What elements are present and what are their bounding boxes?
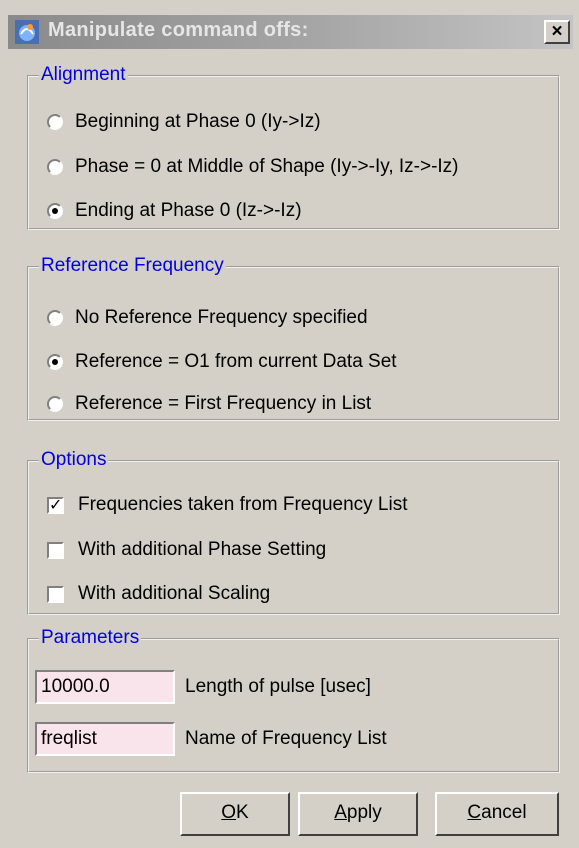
alignment-option-ending[interactable]: Ending at Phase 0 (Iz->-Iz) xyxy=(47,199,302,223)
cancel-button[interactable]: Cancel xyxy=(435,792,559,836)
option-phase-setting[interactable]: With additional Phase Setting xyxy=(47,538,326,562)
radio-button[interactable] xyxy=(47,159,63,175)
alignment-option-label: Ending at Phase 0 (Iz->-Iz) xyxy=(75,200,302,221)
pulse-length-label: Length of pulse [usec] xyxy=(185,676,371,697)
alignment-legend: Alignment xyxy=(39,63,128,87)
alignment-group: Alignment Beginning at Phase 0 (Iy->Iz) … xyxy=(27,63,560,230)
radio-button-selected[interactable] xyxy=(47,354,63,370)
reference-frequency-group: Reference Frequency No Reference Frequen… xyxy=(27,254,560,421)
checkbox[interactable] xyxy=(47,585,64,603)
window-title: Manipulate command offs: xyxy=(48,19,309,41)
reference-option-o1[interactable]: Reference = O1 from current Data Set xyxy=(47,350,397,374)
ok-label-rest: K xyxy=(236,802,249,823)
reference-option-label: No Reference Frequency specified xyxy=(75,307,368,328)
dialog-window: Manipulate command offs: × Alignment Beg… xyxy=(0,0,579,848)
option-frequencies-from-list[interactable]: ✓ Frequencies taken from Frequency List xyxy=(47,493,408,517)
reference-option-label: Reference = O1 from current Data Set xyxy=(75,351,397,372)
close-icon: × xyxy=(551,21,563,42)
ok-button[interactable]: OK xyxy=(180,792,290,836)
reference-option-first[interactable]: Reference = First Frequency in List xyxy=(47,392,371,416)
options-legend: Options xyxy=(39,448,109,472)
checkmark-icon: ✓ xyxy=(49,496,63,514)
alignment-option-label: Phase = 0 at Middle of Shape (Iy->-Iy, I… xyxy=(75,156,459,177)
radio-button[interactable] xyxy=(47,396,63,412)
cancel-label-rest: ancel xyxy=(481,802,527,823)
option-label: With additional Scaling xyxy=(78,583,271,604)
frequency-list-name-label: Name of Frequency List xyxy=(185,728,387,749)
reference-frequency-legend: Reference Frequency xyxy=(39,254,226,278)
pulse-length-input[interactable] xyxy=(35,670,175,704)
checkbox[interactable] xyxy=(47,541,64,559)
apply-mnemonic: A xyxy=(334,802,347,823)
reference-option-label: Reference = First Frequency in List xyxy=(75,393,372,414)
title-bar[interactable]: Manipulate command offs: × xyxy=(8,15,573,49)
radio-button-selected[interactable] xyxy=(47,203,63,219)
option-label: With additional Phase Setting xyxy=(78,539,327,560)
parameters-group: Parameters Length of pulse [usec] Name o… xyxy=(27,626,560,773)
reference-option-none[interactable]: No Reference Frequency specified xyxy=(47,306,368,330)
cancel-mnemonic: C xyxy=(467,802,482,823)
option-scaling[interactable]: With additional Scaling xyxy=(47,582,270,606)
checkbox-checked[interactable]: ✓ xyxy=(47,496,64,514)
parameters-legend: Parameters xyxy=(39,626,142,650)
frequency-list-name-input[interactable] xyxy=(35,722,175,756)
option-label: Frequencies taken from Frequency List xyxy=(78,494,408,515)
radio-button[interactable] xyxy=(47,114,63,130)
app-icon xyxy=(15,20,39,44)
options-group: Options ✓ Frequencies taken from Frequen… xyxy=(27,448,560,615)
ok-mnemonic: O xyxy=(221,802,237,823)
radio-button[interactable] xyxy=(47,310,63,326)
alignment-option-middle[interactable]: Phase = 0 at Middle of Shape (Iy->-Iy, I… xyxy=(47,155,459,179)
alignment-option-beginning[interactable]: Beginning at Phase 0 (Iy->Iz) xyxy=(47,110,321,134)
apply-button[interactable]: Apply xyxy=(298,792,418,836)
close-button[interactable]: × xyxy=(544,20,570,44)
apply-label-rest: pply xyxy=(346,802,382,823)
alignment-option-label: Beginning at Phase 0 (Iy->Iz) xyxy=(75,111,321,132)
